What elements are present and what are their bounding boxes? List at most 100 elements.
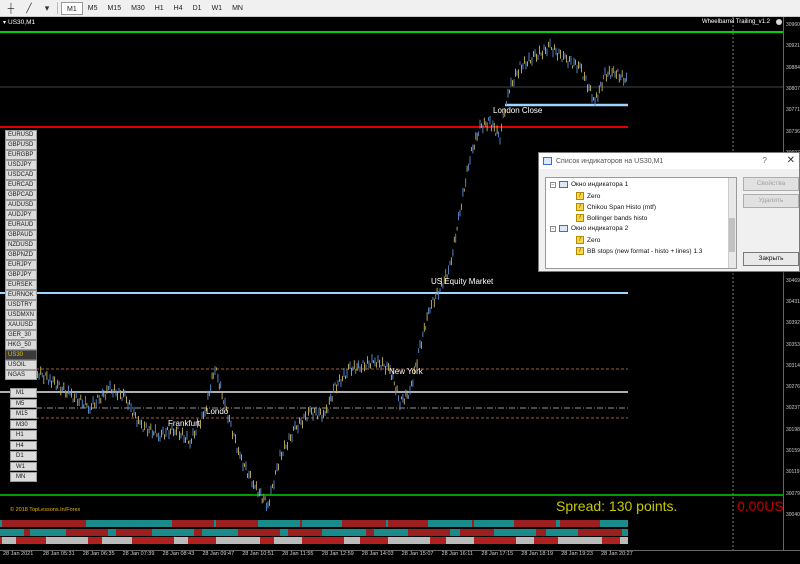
symbol-button-nzdusd[interactable]: NZDUSD xyxy=(5,240,37,250)
histogram-bar xyxy=(358,520,360,527)
tf-button-m5[interactable]: M5 xyxy=(10,398,37,408)
symbol-button-us30[interactable]: US30 xyxy=(5,350,37,360)
histogram-bar xyxy=(564,520,566,527)
histogram-bar xyxy=(264,529,266,536)
time-tick-label: 28 Jan 16:11 xyxy=(441,551,473,557)
histogram-bar xyxy=(436,520,438,527)
tf-d1[interactable]: D1 xyxy=(188,2,207,15)
histogram-bar xyxy=(162,529,164,536)
tf-m30[interactable]: M30 xyxy=(126,2,150,15)
symbol-button-ger_30[interactable]: GER_30 xyxy=(5,330,37,340)
symbol-button-eurcad[interactable]: EURCAD xyxy=(5,180,37,190)
scrollbar-thumb[interactable] xyxy=(729,218,735,252)
histogram-bar xyxy=(6,520,8,527)
symbol-button-usdjpy[interactable]: USDJPY xyxy=(5,160,37,170)
histogram-bar xyxy=(224,529,226,536)
symbol-button-audjpy[interactable]: AUDJPY xyxy=(5,210,37,220)
tf-w1[interactable]: W1 xyxy=(207,2,228,15)
histogram-bar xyxy=(206,520,208,527)
histogram-bar xyxy=(96,529,98,536)
tf-m5[interactable]: M5 xyxy=(83,2,103,15)
histogram-bar xyxy=(500,529,502,536)
symbol-button-xauusd[interactable]: XAUUSD xyxy=(5,320,37,330)
symbol-button-usdcad[interactable]: USDCAD xyxy=(5,170,37,180)
tf-button-mn[interactable]: MN xyxy=(10,472,37,482)
tf-m15[interactable]: M15 xyxy=(102,2,126,15)
expert-smiley-icon[interactable] xyxy=(776,19,782,25)
tree-item-bbstops[interactable]: f BB stops (new format - histo + lines) … xyxy=(576,247,702,255)
tree-item-zero-1[interactable]: f Zero xyxy=(576,192,600,200)
symbol-button-eurgbp[interactable]: EURGBP xyxy=(5,150,37,160)
histogram-bar xyxy=(4,529,6,536)
properties-button[interactable]: Свойства xyxy=(743,177,799,191)
symbol-button-gbpcad[interactable]: GBPCAD xyxy=(5,190,37,200)
collapse-icon[interactable]: − xyxy=(550,181,556,188)
close-icon[interactable]: ✕ xyxy=(787,155,795,166)
tree-window-1[interactable]: − Окно индикатора 1 xyxy=(550,181,628,188)
close-button[interactable]: Закрыть xyxy=(743,252,799,266)
symbol-button-gbpjpy[interactable]: GBPJPY xyxy=(5,270,37,280)
delete-button[interactable]: Удалить xyxy=(743,194,799,208)
tf-h4[interactable]: H4 xyxy=(169,2,188,15)
symbol-button-gbpaud[interactable]: GBPAUD xyxy=(5,230,37,240)
tf-m1[interactable]: M1 xyxy=(61,1,83,15)
tf-button-m1[interactable]: M1 xyxy=(10,388,37,398)
tf-h1[interactable]: H1 xyxy=(150,2,169,15)
histogram-bar xyxy=(112,529,114,536)
symbol-button-euraud[interactable]: EURAUD xyxy=(5,220,37,230)
line-tool-icon[interactable]: ╱ xyxy=(22,2,36,14)
histogram-bar xyxy=(82,520,84,527)
tf-mn[interactable]: MN xyxy=(227,2,248,15)
shapes-icon[interactable]: ▾ xyxy=(40,2,54,14)
histogram-bar xyxy=(210,520,212,527)
symbol-button-ngas[interactable]: NGAS xyxy=(5,370,37,380)
histogram-bar xyxy=(66,529,68,536)
tf-button-h1[interactable]: H1 xyxy=(10,430,37,440)
tree-item-chikou[interactable]: f Chikou Span Histo (mtf) xyxy=(576,203,656,211)
symbol-button-usoil[interactable]: USOIL xyxy=(5,360,37,370)
dialog-titlebar[interactable]: Список индикаторов на US30,M1 ? ✕ xyxy=(539,153,799,169)
histogram-bar xyxy=(514,537,516,544)
histogram-bar xyxy=(222,520,224,527)
histogram-bar xyxy=(432,520,434,527)
histogram-bar xyxy=(554,529,556,536)
symbol-button-eursek[interactable]: EURSEK xyxy=(5,280,37,290)
tree-item-zero-2[interactable]: f Zero xyxy=(576,236,600,244)
symbol-button-usdmxn[interactable]: USDMXN xyxy=(5,310,37,320)
time-scale[interactable] xyxy=(0,550,800,564)
symbol-button-gbpnzd[interactable]: GBPNZD xyxy=(5,250,37,260)
tf-button-h4[interactable]: H4 xyxy=(10,440,37,450)
collapse-icon[interactable]: − xyxy=(550,225,556,232)
symbol-button-usdtry[interactable]: USDTRY xyxy=(5,300,37,310)
tf-button-m15[interactable]: M15 xyxy=(10,409,37,419)
symbol-button-eurnok[interactable]: EURNOK xyxy=(5,290,37,300)
histogram-bar xyxy=(316,537,318,544)
histogram-bar xyxy=(260,529,262,536)
histogram-bar xyxy=(462,520,464,527)
symbol-button-eurusd[interactable]: EURUSD xyxy=(5,130,37,140)
histogram-bar xyxy=(504,529,506,536)
histogram-bar xyxy=(454,520,456,527)
histogram-bar xyxy=(12,537,14,544)
symbol-button-eurjpy[interactable]: EURJPY xyxy=(5,260,37,270)
tf-button-w1[interactable]: W1 xyxy=(10,461,37,471)
histogram-bar xyxy=(82,529,84,536)
histogram-bar xyxy=(460,520,462,527)
tree-item-bollinger[interactable]: f Bollinger bands histo xyxy=(576,214,647,222)
tf-button-m30[interactable]: M30 xyxy=(10,419,37,429)
price-chart[interactable] xyxy=(0,17,783,550)
tree-scrollbar[interactable] xyxy=(728,178,736,268)
tf-button-d1[interactable]: D1 xyxy=(10,451,37,461)
indicator-tree[interactable]: − Окно индикатора 1 f Zero f Chikou Span… xyxy=(545,177,737,269)
histogram-bar xyxy=(518,537,520,544)
symbol-button-audusd[interactable]: AUDUSD xyxy=(5,200,37,210)
symbol-button-gbpusd[interactable]: GBPUSD xyxy=(5,140,37,150)
histogram-bar xyxy=(364,537,366,544)
crosshair-icon[interactable]: ┼ xyxy=(4,2,18,14)
histogram-bar xyxy=(250,520,252,527)
symbol-button-hkg_50[interactable]: HKG_50 xyxy=(5,340,37,350)
histogram-bar xyxy=(600,537,602,544)
help-button[interactable]: ? xyxy=(763,156,767,165)
tree-window-2[interactable]: − Окно индикатора 2 xyxy=(550,225,628,232)
histogram-bar xyxy=(32,520,34,527)
